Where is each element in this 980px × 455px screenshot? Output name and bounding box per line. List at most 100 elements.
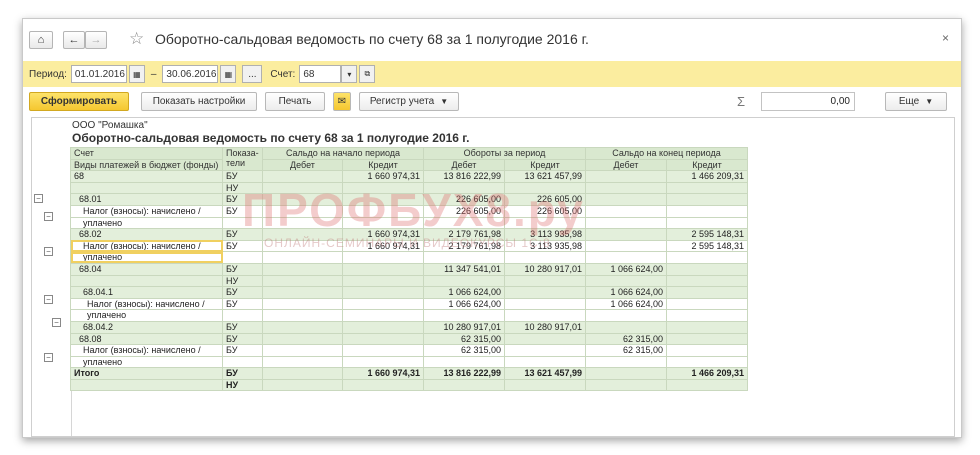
turnover-credit-cell[interactable]: 10 280 917,01 xyxy=(504,262,586,276)
closing-credit-cell[interactable] xyxy=(666,286,748,299)
opening-debit-cell[interactable] xyxy=(262,297,343,311)
turnover-credit-cell[interactable] xyxy=(504,332,586,346)
print-button[interactable]: Печать xyxy=(265,92,325,111)
account-input[interactable]: 68 xyxy=(299,65,342,83)
opening-credit-cell[interactable]: 1 660 974,31 xyxy=(342,367,424,380)
account-cell[interactable]: 68.08 xyxy=(70,332,223,346)
closing-credit-cell[interactable]: 1 466 209,31 xyxy=(666,170,748,183)
closing-debit-cell[interactable] xyxy=(585,204,667,218)
closing-debit-cell[interactable]: 62 315,00 xyxy=(585,344,667,357)
opening-credit-cell[interactable] xyxy=(342,251,424,264)
calendar-icon[interactable]: ▦ xyxy=(128,65,145,83)
closing-debit-cell[interactable] xyxy=(585,193,667,206)
collapse-icon[interactable]: − xyxy=(52,318,61,327)
table-row[interactable]: уплачено xyxy=(70,309,748,322)
account-cell[interactable]: Налог (взносы): начислено / xyxy=(70,344,223,357)
dropdown-arrow-icon[interactable]: ▾ xyxy=(341,65,358,83)
closing-debit-cell[interactable] xyxy=(585,216,667,230)
opening-credit-cell[interactable] xyxy=(342,286,424,299)
opening-credit-cell[interactable] xyxy=(342,262,424,276)
closing-credit-cell[interactable] xyxy=(666,274,748,288)
table-row[interactable]: 68.04 БУ 11 347 541,01 10 280 917,01 1 066 6… xyxy=(70,262,748,276)
collapse-icon[interactable]: − xyxy=(44,212,53,221)
closing-debit-cell[interactable] xyxy=(585,320,667,334)
account-cell[interactable]: 68.04.2 xyxy=(70,320,223,334)
opening-credit-cell[interactable]: 1 660 974,31 xyxy=(342,170,424,183)
table-row[interactable]: 68 БУ 1 660 974,31 13 816 222,99 13 621 457,… xyxy=(70,170,748,183)
opening-debit-cell[interactable] xyxy=(262,367,343,380)
opening-credit-cell[interactable] xyxy=(342,378,424,392)
turnover-debit-cell[interactable]: 10 280 917,01 xyxy=(423,320,505,334)
closing-credit-cell[interactable]: 2 595 148,31 xyxy=(666,228,748,241)
table-row[interactable]: Налог (взносы): начислено / БУ 62 315,00 62… xyxy=(70,344,748,357)
open-link-icon[interactable]: ⧉ xyxy=(359,65,376,83)
turnover-debit-cell[interactable] xyxy=(423,309,505,322)
turnover-debit-cell[interactable]: 13 816 222,99 xyxy=(423,367,505,380)
closing-debit-cell[interactable] xyxy=(585,309,667,322)
closing-debit-cell[interactable]: 1 066 624,00 xyxy=(585,262,667,276)
table-row[interactable]: 68.08 БУ 62 315,00 62 315,00 xyxy=(70,332,748,346)
turnover-credit-cell[interactable]: 13 621 457,99 xyxy=(504,170,586,183)
close-icon[interactable]: × xyxy=(942,31,949,45)
turnover-debit-cell[interactable] xyxy=(423,355,505,369)
report-area[interactable]: ООО "Ромашка" Оборотно-сальдовая ведомос… xyxy=(31,117,955,437)
turnover-credit-cell[interactable]: 13 621 457,99 xyxy=(504,367,586,380)
closing-debit-cell[interactable] xyxy=(585,228,667,241)
closing-credit-cell[interactable] xyxy=(666,344,748,357)
opening-credit-cell[interactable] xyxy=(342,355,424,369)
forward-button[interactable]: → xyxy=(85,31,107,49)
account-cell[interactable]: уплачено xyxy=(70,355,223,369)
calendar-icon[interactable]: ▦ xyxy=(220,65,237,83)
account-cell[interactable]: 68 xyxy=(70,170,223,183)
turnover-credit-cell[interactable] xyxy=(504,297,586,311)
closing-credit-cell[interactable] xyxy=(666,378,748,392)
closing-debit-cell[interactable] xyxy=(585,170,667,183)
account-cell[interactable] xyxy=(70,378,223,392)
opening-credit-cell[interactable] xyxy=(342,320,424,334)
opening-credit-cell[interactable] xyxy=(342,309,424,322)
opening-debit-cell[interactable] xyxy=(262,309,343,322)
turnover-debit-cell[interactable] xyxy=(423,378,505,392)
closing-debit-cell[interactable] xyxy=(585,378,667,392)
table-row[interactable]: уплачено xyxy=(70,251,748,264)
opening-credit-cell[interactable] xyxy=(342,332,424,346)
closing-credit-cell[interactable]: 2 595 148,31 xyxy=(666,239,748,253)
turnover-debit-cell[interactable] xyxy=(423,251,505,264)
show-settings-button[interactable]: Показать настройки xyxy=(141,92,257,111)
account-cell[interactable]: 68.04 xyxy=(70,262,223,276)
sum-field[interactable]: 0,00 xyxy=(761,92,855,111)
account-register-button[interactable]: Регистр учета ▼ xyxy=(359,92,459,111)
account-cell[interactable]: Итого xyxy=(70,367,223,380)
opening-credit-cell[interactable] xyxy=(342,297,424,311)
opening-debit-cell[interactable] xyxy=(262,378,343,392)
closing-debit-cell[interactable] xyxy=(585,355,667,369)
table-row[interactable]: 68.04.1 БУ 1 066 624,00 1 066 624,00 xyxy=(70,286,748,299)
account-cell[interactable] xyxy=(70,181,223,195)
table-row[interactable]: 68.04.2 БУ 10 280 917,01 10 280 917,01 xyxy=(70,320,748,334)
opening-debit-cell[interactable] xyxy=(262,251,343,264)
account-cell[interactable]: уплачено xyxy=(70,216,223,230)
collapse-icon[interactable]: − xyxy=(44,247,53,256)
collapse-icon[interactable]: − xyxy=(44,295,53,304)
closing-debit-cell[interactable] xyxy=(585,251,667,264)
opening-debit-cell[interactable] xyxy=(262,355,343,369)
closing-debit-cell[interactable] xyxy=(585,367,667,380)
table-row[interactable]: НУ xyxy=(70,274,748,288)
turnover-debit-cell[interactable]: 13 816 222,99 xyxy=(423,170,505,183)
more-button[interactable]: Еще ▼ xyxy=(885,92,947,111)
turnover-debit-cell[interactable]: 62 315,00 xyxy=(423,344,505,357)
turnover-credit-cell[interactable]: 10 280 917,01 xyxy=(504,320,586,334)
turnover-debit-cell[interactable]: 1 066 624,00 xyxy=(423,297,505,311)
closing-debit-cell[interactable] xyxy=(585,274,667,288)
date-from-input[interactable]: 01.01.2016 xyxy=(70,65,127,83)
home-button[interactable]: ⌂ xyxy=(29,31,53,49)
collapse-icon[interactable]: − xyxy=(44,353,53,362)
favorite-star-icon[interactable]: ☆ xyxy=(129,29,144,49)
closing-debit-cell[interactable] xyxy=(585,181,667,195)
turnover-debit-cell[interactable]: 11 347 541,01 xyxy=(423,262,505,276)
account-cell[interactable]: Налог (взносы): начислено / xyxy=(70,239,223,253)
closing-credit-cell[interactable] xyxy=(666,297,748,311)
closing-debit-cell[interactable] xyxy=(585,239,667,253)
closing-credit-cell[interactable] xyxy=(666,251,748,264)
opening-debit-cell[interactable] xyxy=(262,274,343,288)
